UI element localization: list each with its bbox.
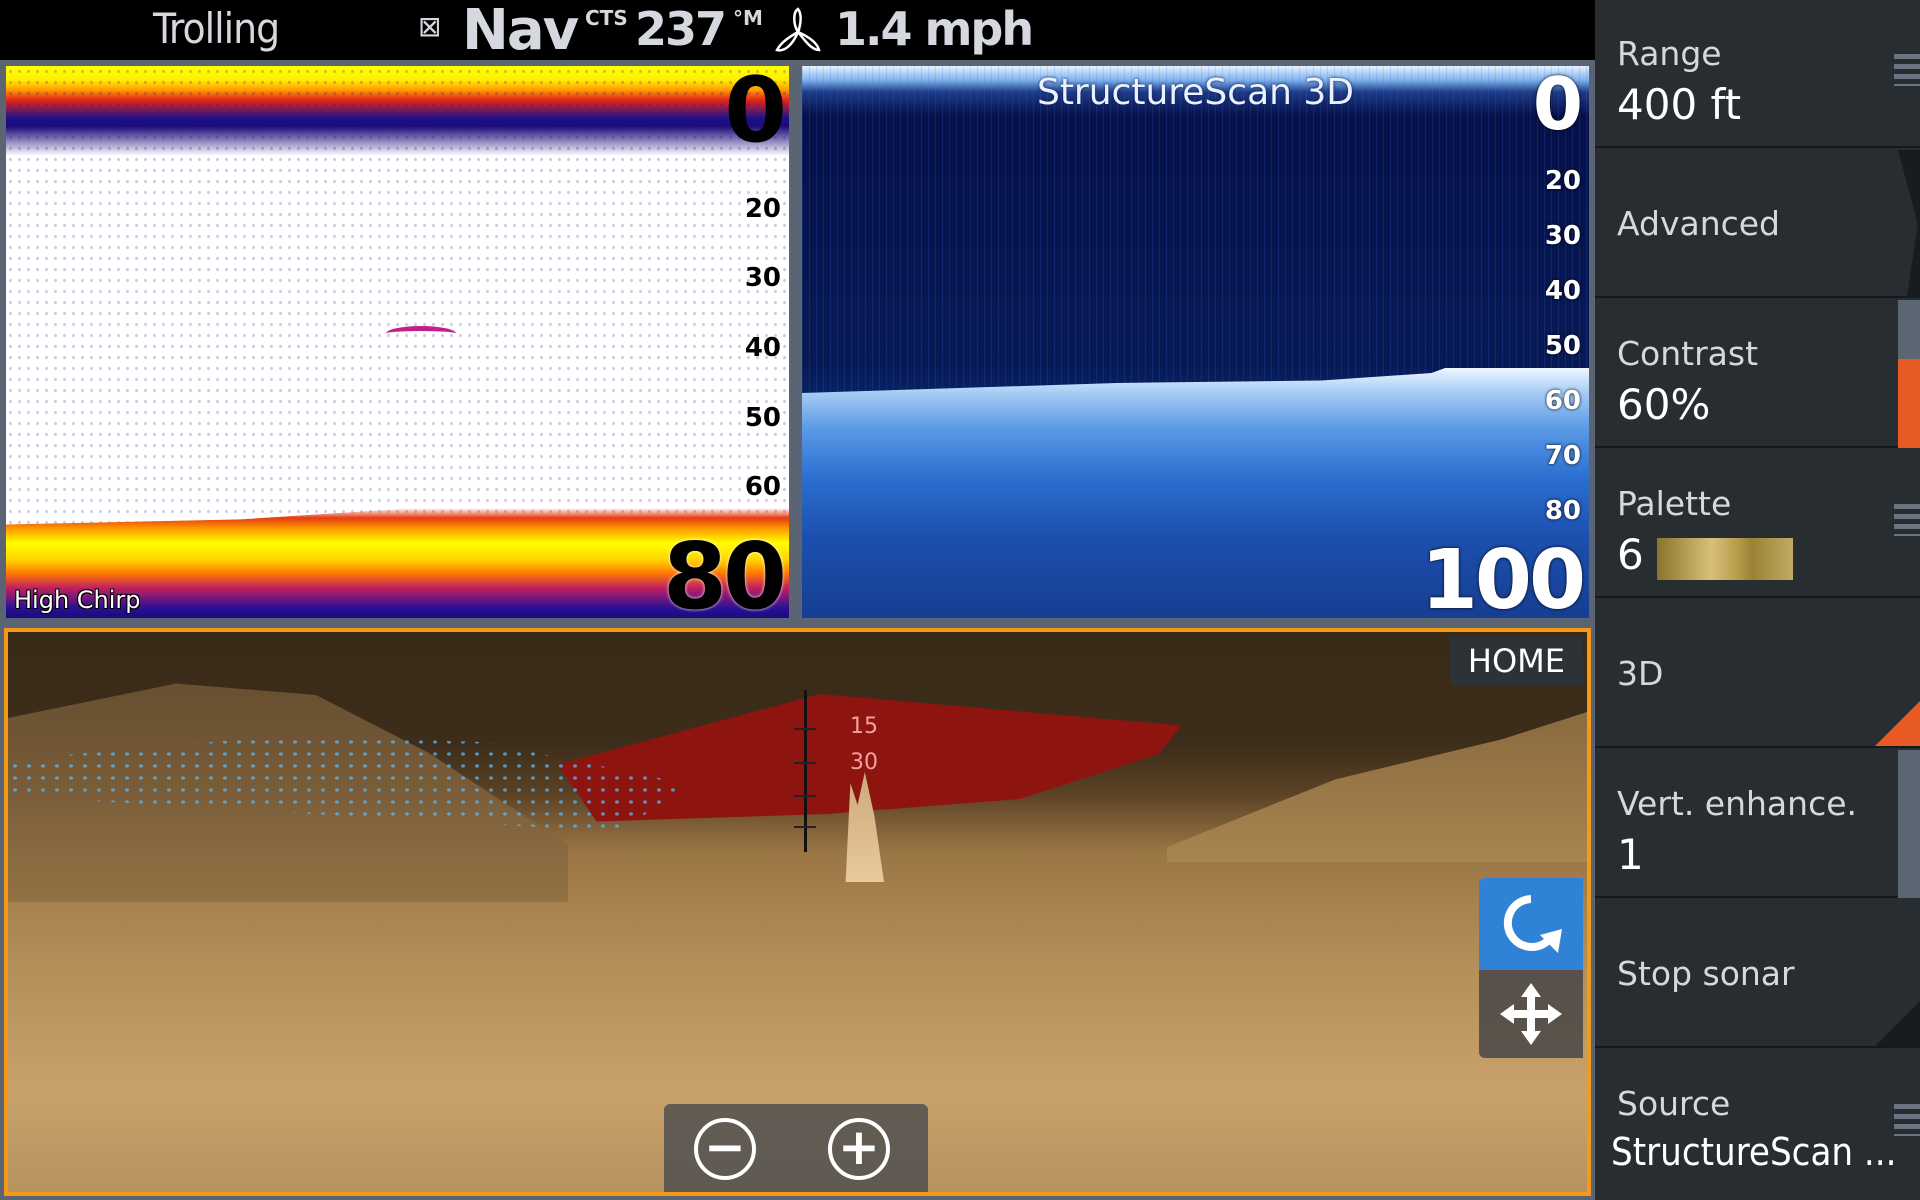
pan-button[interactable] (1479, 970, 1583, 1058)
sonar-beam (558, 694, 1182, 822)
fish-arch (386, 326, 456, 341)
range-bottom: 100 (1420, 533, 1586, 618)
menu-item-vert-enhance[interactable]: Vert. enhance. 1 (1595, 750, 1920, 898)
menu-item-palette[interactable]: Palette 6 (1595, 450, 1920, 598)
terrain-ridge (1167, 712, 1587, 862)
menu-list-icon (1894, 504, 1920, 536)
menu-item-label: Range (1617, 34, 1722, 73)
zoom-controls: − + (664, 1104, 928, 1192)
sonar-pane-high-chirp[interactable]: 0 20 30 40 50 60 80 High Chirp (6, 66, 789, 618)
propeller-icon (775, 7, 821, 52)
sonar-pane-structurescan[interactable]: StructureScan 3D 0 20 30 40 50 60 70 80 … (802, 66, 1589, 618)
menu-item-stop-sonar[interactable]: Stop sonar (1595, 900, 1920, 1048)
vert-enhance-slider[interactable] (1898, 750, 1920, 898)
contrast-slider[interactable] (1898, 300, 1920, 448)
menu-item-label: 3D (1617, 654, 1664, 693)
mode-label[interactable]: Trolling (153, 4, 280, 53)
menu-item-source[interactable]: Source StructureScan ... (1595, 1050, 1920, 1200)
slider-fill (1898, 359, 1920, 448)
depth-tick: 20 (1544, 166, 1581, 196)
menu-item-contrast[interactable]: Contrast 60% (1595, 300, 1920, 448)
depth-pole-tick (794, 795, 816, 797)
depth-tick: 30 (1544, 221, 1581, 251)
menu-item-label: Vert. enhance. (1617, 784, 1858, 823)
menu-item-value: 6 (1617, 530, 1644, 579)
course-prefix: CTS (585, 6, 628, 30)
pane-area: 0 20 30 40 50 60 80 High Chirp Structure… (0, 60, 1595, 1200)
menu-item-label: Advanced (1617, 204, 1781, 243)
menu-item-3d[interactable]: 3D (1595, 600, 1920, 748)
menu-item-label: Contrast (1617, 334, 1759, 373)
pan-move-icon (1500, 983, 1562, 1045)
rotate-icon (1503, 895, 1562, 953)
palette-preview (1657, 538, 1793, 580)
3d-view-pane[interactable]: 15 30 HOME − + (4, 628, 1591, 1196)
home-button[interactable]: HOME (1449, 636, 1583, 686)
menu-list-icon (1894, 54, 1920, 86)
checkbox-x-icon: ⊠ (418, 10, 442, 43)
menu-item-value: 60% (1617, 380, 1711, 429)
depth-pole-tick (794, 728, 816, 730)
depth-tick: 60 (744, 472, 781, 502)
zoom-in-button[interactable]: + (828, 1118, 890, 1180)
range-top: 0 (724, 66, 787, 163)
course-unit: °M (733, 6, 763, 30)
depth-pole-tick (794, 762, 816, 764)
depth-tick: 50 (1544, 331, 1581, 361)
pane-title: StructureScan 3D (1036, 72, 1355, 113)
depth-label: 30 (850, 750, 878, 775)
depth-tick: 20 (744, 194, 781, 224)
sonar-menu: Range 400 ft Advanced Contrast 60% Palet… (1595, 0, 1920, 1200)
menu-item-range[interactable]: Range 400 ft (1595, 0, 1920, 148)
course-value: 237 (635, 2, 727, 56)
zoom-out-button[interactable]: − (694, 1118, 756, 1180)
nav-label: Nav (462, 0, 579, 63)
depth-tick: 30 (744, 263, 781, 293)
range-top: 0 (1532, 66, 1583, 146)
menu-item-value: StructureScan ... (1611, 1130, 1897, 1174)
rotate-button[interactable] (1479, 878, 1583, 970)
depth-tick: 60 (1544, 386, 1581, 416)
menu-list-icon (1894, 1104, 1920, 1136)
depth-tick: 70 (1544, 441, 1581, 471)
range-bottom: 80 (662, 523, 787, 618)
menu-item-value: 400 ft (1617, 80, 1742, 129)
toggle-off-indicator (1875, 1001, 1920, 1046)
menu-item-label: Source (1617, 1084, 1731, 1123)
submenu-arrow-icon (1898, 150, 1920, 298)
frequency-label: High Chirp (14, 586, 141, 614)
menu-item-label: Stop sonar (1617, 954, 1795, 993)
speed-value: 1.4 mph (835, 2, 1034, 56)
depth-pole-tick (794, 826, 816, 828)
status-bar: Trolling ⊠ Nav CTS 237 °M 1.4 mph (0, 0, 1595, 63)
depth-tick: 40 (744, 333, 781, 363)
menu-item-value: 1 (1617, 830, 1644, 879)
depth-tick: 80 (1544, 496, 1581, 526)
menu-item-advanced[interactable]: Advanced (1595, 150, 1920, 298)
depth-label: 15 (850, 714, 878, 739)
menu-item-label: Palette (1617, 484, 1732, 523)
depth-tick: 40 (1544, 276, 1581, 306)
toggle-on-indicator (1875, 701, 1920, 746)
depth-tick: 50 (744, 403, 781, 433)
